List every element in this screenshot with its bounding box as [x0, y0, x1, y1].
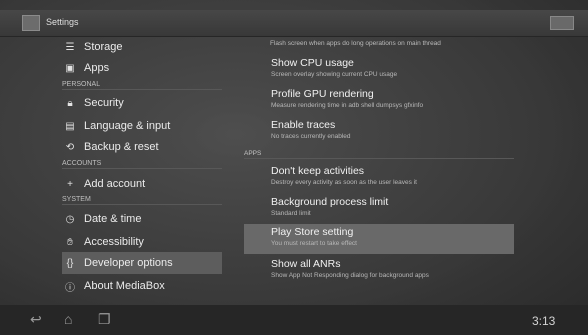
- sidebar-item-label: Security: [84, 97, 124, 109]
- sidebar-item-label: Accessibility: [84, 236, 144, 248]
- setting-title: Background process limit: [271, 196, 389, 208]
- sidebar-item-label: Date & time: [84, 213, 142, 225]
- developer-options-list: Flash screen when apps do long operation…: [244, 36, 514, 296]
- setting-summary: Standard limit: [271, 210, 311, 217]
- navigation-bar: ↩ ⌂ ❐ 3:13: [0, 305, 588, 335]
- sidebar-item-label: Storage: [84, 41, 123, 53]
- braces-icon: {}: [66, 257, 74, 269]
- section-header-system: SYSTEM: [62, 196, 222, 205]
- status-clock: 3:13: [532, 314, 556, 328]
- language-icon: ▤: [65, 120, 75, 132]
- sidebar-item-label: About MediaBox: [84, 280, 165, 292]
- sidebar-item-accessibility[interactable]: ✋︎ Accessibility: [62, 231, 222, 253]
- sidebar-item-backup[interactable]: ⟲ Backup & reset: [62, 136, 222, 158]
- sidebar-item-apps[interactable]: ▣ Apps: [62, 57, 222, 79]
- sidebar-item-language[interactable]: ▤ Language & input: [62, 115, 222, 137]
- setting-summary: No traces currently enabled: [271, 133, 351, 140]
- setting-summary: Destroy every activity as soon as the us…: [271, 179, 417, 186]
- settings-categories: ☰ Storage ▣ Apps PERSONAL 🔒︎ Security ▤ …: [62, 36, 222, 296]
- setting-show-all-anrs[interactable]: Show all ANRs Show App Not Responding di…: [244, 256, 514, 286]
- setting-play-store[interactable]: Play Store setting You must restart to t…: [244, 224, 514, 254]
- sidebar-item-label: Add account: [84, 178, 146, 190]
- plus-icon: +: [67, 178, 73, 190]
- backup-icon: ⟲: [65, 141, 75, 153]
- sidebar-item-add-account[interactable]: + Add account: [62, 173, 222, 195]
- storage-icon: ☰: [65, 41, 75, 53]
- action-bar: Settings: [0, 10, 588, 37]
- sidebar-item-storage[interactable]: ☰ Storage: [62, 36, 222, 58]
- setting-summary: Measure rendering time in adb shell dump…: [271, 102, 424, 109]
- recents-icon[interactable]: ❐: [98, 311, 111, 328]
- sidebar-item-label: Developer options: [84, 257, 173, 269]
- overflow-menu-icon[interactable]: [550, 16, 574, 30]
- sidebar-item-label: Language & input: [84, 120, 171, 132]
- setting-title: Don't keep activities: [271, 165, 365, 177]
- sidebar-item-security[interactable]: 🔒︎ Security: [62, 92, 222, 114]
- setting-title: Show CPU usage: [271, 57, 354, 69]
- home-icon[interactable]: ⌂: [64, 311, 72, 327]
- setting-summary: Flash screen when apps do long operation…: [270, 40, 441, 47]
- setting-summary: Show App Not Responding dialog for backg…: [271, 272, 429, 279]
- section-header-accounts: ACCOUNTS: [62, 160, 222, 169]
- section-header-personal: PERSONAL: [62, 81, 222, 90]
- setting-show-cpu-usage[interactable]: Show CPU usage Screen overlay showing cu…: [244, 55, 514, 85]
- sidebar-item-label: Apps: [84, 62, 110, 74]
- apps-icon: ▣: [65, 62, 75, 74]
- back-icon[interactable]: ↩: [30, 311, 42, 328]
- setting-profile-gpu-rendering[interactable]: Profile GPU rendering Measure rendering …: [244, 86, 514, 116]
- info-icon: ⓘ: [65, 282, 75, 294]
- sidebar-item-developer-options[interactable]: {} Developer options: [62, 252, 222, 274]
- setting-title: Enable traces: [271, 119, 336, 131]
- setting-summary: You must restart to take effect: [271, 240, 357, 247]
- hand-icon: ✋︎: [67, 236, 73, 248]
- clock-icon: ◷: [65, 213, 75, 225]
- setting-summary: Screen overlay showing current CPU usage: [271, 71, 398, 78]
- setting-enable-traces[interactable]: Enable traces No traces currently enable…: [244, 117, 514, 147]
- lock-icon: 🔒︎: [67, 97, 73, 109]
- setting-background-process-limit[interactable]: Background process limit Standard limit: [244, 194, 514, 224]
- screen: Settings ☰ Storage ▣ Apps PERSONAL 🔒︎ Se…: [0, 0, 588, 335]
- setting-title: Profile GPU rendering: [271, 88, 374, 100]
- setting-dont-keep-activities[interactable]: Don't keep activities Destroy every acti…: [244, 163, 514, 193]
- section-header-apps: APPS: [244, 150, 514, 159]
- setting-title: Show all ANRs: [271, 258, 341, 270]
- sidebar-item-about[interactable]: ⓘ About MediaBox: [62, 275, 222, 297]
- settings-icon[interactable]: [22, 15, 40, 31]
- setting-title: Play Store setting: [271, 226, 354, 238]
- sidebar-item-date-time[interactable]: ◷ Date & time: [62, 208, 222, 230]
- sidebar-item-label: Backup & reset: [84, 141, 159, 153]
- app-title: Settings: [46, 17, 79, 27]
